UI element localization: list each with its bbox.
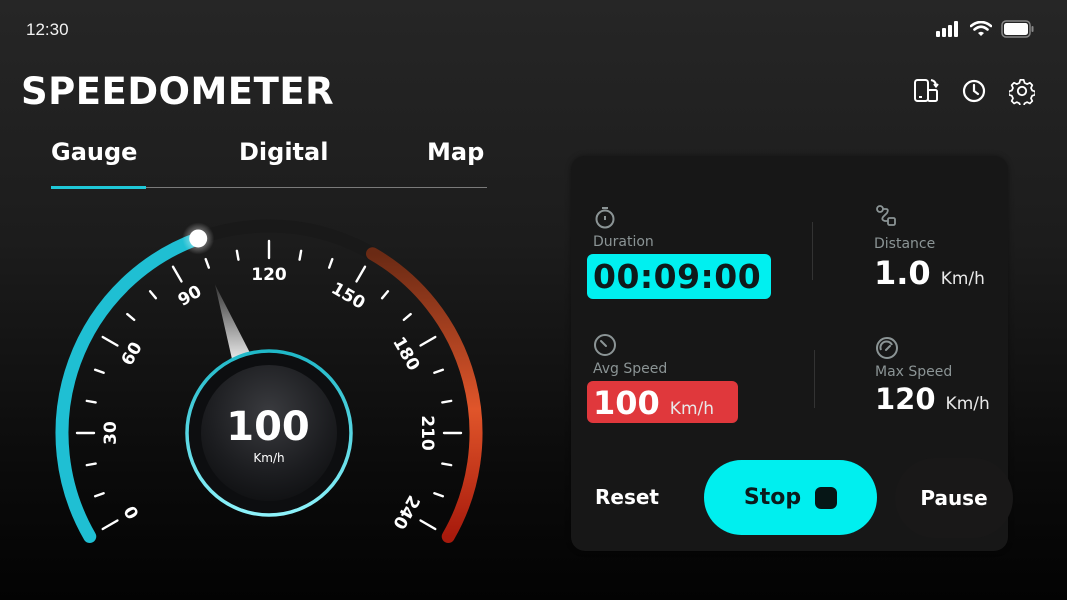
stopwatch-icon xyxy=(593,206,617,230)
gauge-icon xyxy=(875,336,899,360)
active-tab-indicator xyxy=(51,186,146,189)
gauge-tick-label: 150 xyxy=(328,279,369,314)
signal-icon xyxy=(935,21,961,41)
speedometer-gauge: 0 30 60 90 120 150 180 210 240 100 Km/h xyxy=(55,219,483,543)
stop-label: Stop xyxy=(743,485,802,510)
gauge-tick-label: 210 xyxy=(417,415,437,451)
gauge-minor-tick xyxy=(93,491,105,498)
duration-highlight: 00:09:00 xyxy=(587,254,772,299)
gauge-minor-tick xyxy=(441,462,453,467)
duration-label: Duration xyxy=(593,234,654,250)
tab-gauge[interactable]: Gauge xyxy=(51,138,137,166)
gauge-minor-tick xyxy=(204,257,211,269)
history-icon[interactable] xyxy=(961,78,987,104)
trip-stats-card: Duration 00:09:00 Distance 1.0 Km/h Avg … xyxy=(571,156,1013,551)
distance-value-row: 1.0 Km/h xyxy=(874,254,985,292)
max-speed-unit: Km/h xyxy=(945,394,990,414)
gauge-minor-tick xyxy=(402,312,412,322)
avg-speed-unit: Km/h xyxy=(669,399,715,419)
max-speed-stat: Max Speed 120 Km/h xyxy=(875,336,990,416)
gauge-tick-label: 90 xyxy=(175,282,206,311)
distance-label: Distance xyxy=(874,236,936,252)
tab-map[interactable]: Map xyxy=(427,138,484,166)
gauge-minor-tick xyxy=(93,368,105,375)
stats-divider xyxy=(814,350,815,408)
page-title: SPEEDOMETER xyxy=(21,70,335,113)
distance-stat: Distance 1.0 Km/h xyxy=(874,204,985,292)
avg-speed-value: 100 xyxy=(593,384,660,422)
wifi-icon xyxy=(969,20,993,41)
distance-unit: Km/h xyxy=(940,269,985,289)
gauge-speed-unit: Km/h xyxy=(253,451,284,465)
duration-stat: Duration 00:09:00 xyxy=(587,206,772,299)
route-icon xyxy=(874,204,898,228)
gauge-major-tick xyxy=(101,519,119,531)
avg-speed-stat: Avg Speed 100 Km/h xyxy=(587,333,739,423)
settings-icon[interactable] xyxy=(1009,78,1035,105)
max-speed-value-row: 120 Km/h xyxy=(875,382,990,416)
gauge-major-tick xyxy=(171,265,183,283)
gauge-minor-tick xyxy=(433,368,445,375)
duration-value: 00:09:00 xyxy=(593,257,762,296)
reset-button[interactable]: Reset xyxy=(591,460,663,534)
rotate-screen-icon[interactable] xyxy=(913,78,939,104)
speed-dial-icon xyxy=(593,333,617,357)
pause-button[interactable]: Pause xyxy=(895,458,1013,538)
gauge-major-tick xyxy=(419,335,437,347)
status-icons xyxy=(935,20,1035,42)
gauge-minor-tick xyxy=(148,290,158,300)
view-tabs: Gauge Digital Map xyxy=(51,134,487,189)
gauge-minor-tick xyxy=(433,491,445,498)
gauge-value-dot xyxy=(189,229,208,248)
distance-value: 1.0 xyxy=(874,254,931,292)
gauge-needle xyxy=(214,284,252,364)
gauge-tick-label: 0 xyxy=(120,502,143,522)
pause-label: Pause xyxy=(920,486,988,510)
avg-speed-label: Avg Speed xyxy=(593,361,668,377)
stop-button[interactable]: Stop xyxy=(704,460,877,535)
gauge-major-tick xyxy=(355,265,367,283)
gauge-minor-tick xyxy=(126,312,136,322)
max-speed-value: 120 xyxy=(875,382,936,416)
gauge-major-tick xyxy=(419,519,437,531)
stats-divider xyxy=(812,222,813,280)
avg-speed-highlight: 100 Km/h xyxy=(587,381,739,423)
gauge-major-tick xyxy=(101,335,119,347)
gauge-tick-label: 240 xyxy=(388,492,423,533)
header-actions xyxy=(913,78,1035,105)
gauge-minor-tick xyxy=(235,249,240,261)
reset-label: Reset xyxy=(595,485,659,509)
status-time: 12:30 xyxy=(26,20,69,39)
gauge-tick-label: 30 xyxy=(101,421,121,445)
gauge-minor-tick xyxy=(380,290,390,300)
gauge-speed-value: 100 xyxy=(226,404,310,450)
stop-icon xyxy=(815,486,838,509)
gauge-minor-tick xyxy=(298,249,303,261)
gauge-tick-label: 180 xyxy=(388,334,423,375)
gauge-minor-tick xyxy=(441,399,453,404)
gauge-minor-tick xyxy=(327,257,334,269)
gauge-minor-tick xyxy=(85,399,97,404)
battery-icon xyxy=(1001,20,1035,42)
gauge-minor-tick xyxy=(85,462,97,467)
gauge-hot-zone xyxy=(366,247,483,543)
tab-digital[interactable]: Digital xyxy=(239,138,328,166)
gauge-progress-arc xyxy=(55,231,205,543)
gauge-tick-label: 60 xyxy=(118,339,147,370)
gauge-tick-label: 120 xyxy=(251,265,287,285)
max-speed-label: Max Speed xyxy=(875,364,953,380)
